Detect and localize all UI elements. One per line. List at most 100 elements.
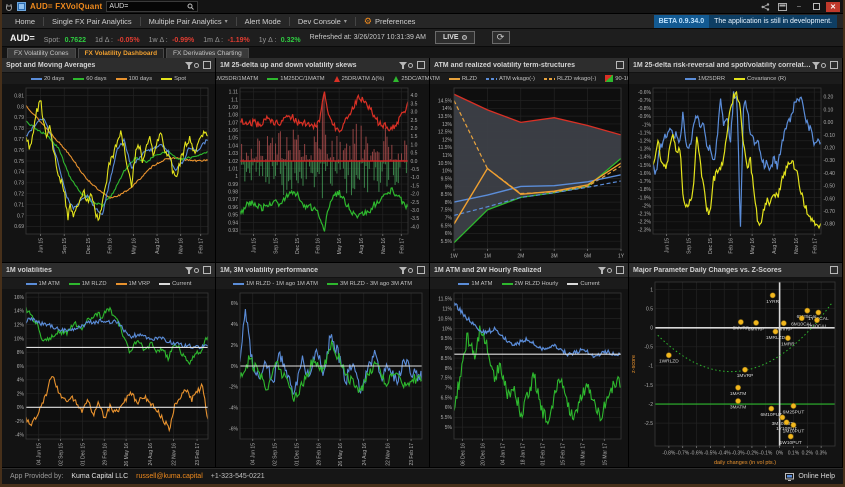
- refresh-button[interactable]: ⟳: [492, 31, 510, 44]
- filter-icon[interactable]: [811, 60, 826, 71]
- svg-text:3M: 3M: [551, 254, 558, 260]
- chart-canvas[interactable]: 0.810.80.790.780.770.760.750.740.730.720…: [2, 84, 215, 262]
- svg-text:-1: -1: [649, 364, 654, 370]
- maximize-icon[interactable]: [203, 265, 211, 276]
- legend-item[interactable]: 1M25DRR: [685, 76, 725, 82]
- legend-item[interactable]: 100 days: [116, 76, 153, 82]
- svg-text:26 May 16: 26 May 16: [124, 443, 130, 467]
- svg-text:0.71: 0.71: [14, 202, 24, 208]
- legend-item[interactable]: 1M25DR/1MATM: [216, 76, 258, 82]
- legend-item[interactable]: 1M ATM: [458, 281, 492, 287]
- svg-text:-0.5%: -0.5%: [704, 451, 718, 457]
- menu-preferences[interactable]: ⚙Preferences: [357, 14, 423, 28]
- maximize-button[interactable]: [809, 2, 823, 12]
- legend-item[interactable]: 1M RLZD: [69, 281, 107, 287]
- maximize-icon[interactable]: [417, 60, 425, 71]
- svg-text:2.5: 2.5: [411, 118, 418, 124]
- svg-text:-1.2%: -1.2%: [638, 139, 652, 145]
- legend-item[interactable]: 2W RLZD Hourly: [502, 281, 559, 287]
- maximize-icon[interactable]: [203, 60, 211, 71]
- legend-item[interactable]: ATM wkago(-): [486, 76, 535, 82]
- legend-item[interactable]: 90-10th(R): [605, 75, 629, 82]
- svg-text:-2: -2: [649, 402, 654, 408]
- chart-canvas[interactable]: 16%14%12%10%8%6%4%2%0%-2%-4%04 Jun 1502 …: [2, 289, 215, 467]
- maximize-icon[interactable]: [616, 60, 624, 71]
- svg-text:-0.20: -0.20: [824, 145, 836, 151]
- spot-quote: Spot: 0.7622: [44, 29, 86, 47]
- chart-canvas[interactable]: 1WRLZD1YRR3MVRP6MVRP1WVRP6M25CAL1Y25CAL6…: [629, 278, 842, 467]
- legend-item[interactable]: Current: [159, 281, 191, 287]
- chart-canvas[interactable]: 6%4%2%0%-2%-4%-6%04 Jun 1502 Sep 1501 De…: [216, 289, 429, 467]
- tab-fx-volatility-dashboard[interactable]: FX Volatility Dashboard: [78, 48, 164, 58]
- legend-item[interactable]: 1M25DC/1MATM: [267, 76, 324, 82]
- svg-text:12.5%: 12.5%: [438, 130, 453, 136]
- svg-text:-2.1%: -2.1%: [638, 212, 652, 218]
- filter-icon[interactable]: [398, 60, 413, 71]
- legend-item[interactable]: 25DC/ATM Δ(%): [393, 76, 430, 82]
- svg-text:May 16: May 16: [337, 238, 343, 255]
- layout-icon[interactable]: [775, 2, 789, 12]
- chart-canvas[interactable]: -0.6%-0.7%-0.8%-0.9%-1%-1.1%-1.2%-1.3%-1…: [629, 84, 842, 262]
- filter-icon[interactable]: [597, 265, 612, 276]
- legend-item[interactable]: 1M ATM: [26, 281, 60, 287]
- legend-label: 60 days: [86, 76, 106, 82]
- legend-label: 90-10th(R): [615, 76, 629, 82]
- menu-dev-console[interactable]: Dev Console▾: [291, 14, 354, 28]
- svg-text:29 Feb 16: 29 Feb 16: [316, 443, 322, 466]
- menu-home[interactable]: Home: [8, 14, 42, 28]
- maximize-icon[interactable]: [830, 60, 838, 71]
- svg-text:Feb 17: Feb 17: [399, 238, 405, 254]
- filter-icon[interactable]: [398, 265, 413, 276]
- menu-alert-mode[interactable]: Alert Mode: [238, 14, 288, 28]
- minimize-button[interactable]: –: [792, 2, 806, 12]
- filter-icon[interactable]: [184, 60, 199, 71]
- chart-plot-term-structure: 14.5%14%13.5%13%12.5%12%11.5%11%10.5%10%…: [430, 84, 628, 262]
- svg-text:-0.4%: -0.4%: [718, 451, 732, 457]
- symbol-searchbox[interactable]: [106, 1, 198, 12]
- legend-item[interactable]: Covariance (R): [734, 76, 786, 82]
- search-icon[interactable]: [187, 3, 194, 10]
- tab-fx-derivatives-charting[interactable]: FX Derivatives Charting: [166, 48, 249, 58]
- svg-text:01 Feb 17: 01 Feb 17: [541, 443, 547, 466]
- legend-item[interactable]: 1M RLZD - 1M ago 1M ATM: [233, 281, 318, 287]
- menu-multiple-pair[interactable]: Multiple Pair Analytics▾: [142, 14, 235, 28]
- legend-item[interactable]: 3M RLZD - 3M ago 3M ATM: [327, 281, 412, 287]
- live-toggle[interactable]: LIVE: [435, 31, 475, 44]
- chart-canvas[interactable]: 11.5%11%10.5%10%9.5%9%8.5%8%7.5%7%6.5%6%…: [430, 289, 628, 467]
- svg-text:-0.50: -0.50: [824, 184, 836, 190]
- symbol-search-input[interactable]: [109, 3, 185, 10]
- legend-item[interactable]: RLZD: [449, 76, 477, 82]
- maximize-icon[interactable]: [830, 265, 838, 276]
- menu-single-fx-pair[interactable]: Single FX Pair Analytics: [45, 14, 139, 28]
- legend-label: 2W RLZD Hourly: [515, 281, 559, 287]
- legend-label: 1M25DR/1MATM: [216, 76, 258, 82]
- contact-email-link[interactable]: russell@kuma.capital: [136, 473, 203, 480]
- chart-canvas[interactable]: 1.111.11.091.081.071.061.051.041.031.021…: [216, 84, 429, 262]
- tab-fx-volatility-cones[interactable]: FX Volatility Cones: [7, 48, 76, 58]
- panel-title: Major Parameter Daily Changes vs. Z-Scor…: [633, 267, 782, 274]
- legend-swatch: [233, 283, 244, 285]
- chart-plot-zscore-scatter: 1WRLZD1YRR3MVRP6MVRP1WVRP6M25CAL1Y25CAL6…: [629, 278, 842, 467]
- svg-text:1Y10CAL: 1Y10CAL: [807, 324, 828, 330]
- close-button[interactable]: ✕: [826, 2, 840, 12]
- filter-icon[interactable]: [184, 265, 199, 276]
- legend-item[interactable]: 25DR/ATM Δ(%): [334, 76, 385, 82]
- refreshed-timestamp: Refreshed at: 3/26/2017 10:31:39 AM: [310, 34, 426, 41]
- legend-item[interactable]: 60 days: [73, 76, 106, 82]
- share-icon[interactable]: [758, 2, 772, 12]
- legend-item[interactable]: RLZD wkago(-): [544, 76, 596, 82]
- online-help[interactable]: Online Help: [785, 473, 835, 481]
- legend-item[interactable]: 1M VRP: [116, 281, 151, 287]
- chart-canvas[interactable]: 14.5%14%13.5%13%12.5%12%11.5%11%10.5%10%…: [430, 84, 628, 262]
- legend-item[interactable]: Current: [567, 281, 599, 287]
- svg-text:0.7: 0.7: [17, 213, 24, 219]
- svg-text:0%: 0%: [776, 451, 784, 457]
- legend-item[interactable]: Spot: [161, 76, 186, 82]
- maximize-icon[interactable]: [616, 265, 624, 276]
- legend-item[interactable]: ATM: [430, 76, 440, 82]
- svg-text:8.5%: 8.5%: [441, 192, 453, 198]
- svg-text:1.04: 1.04: [228, 143, 238, 149]
- chevron-down-icon: ▾: [344, 18, 347, 25]
- maximize-icon[interactable]: [417, 265, 425, 276]
- legend-item[interactable]: 20 days: [31, 76, 64, 82]
